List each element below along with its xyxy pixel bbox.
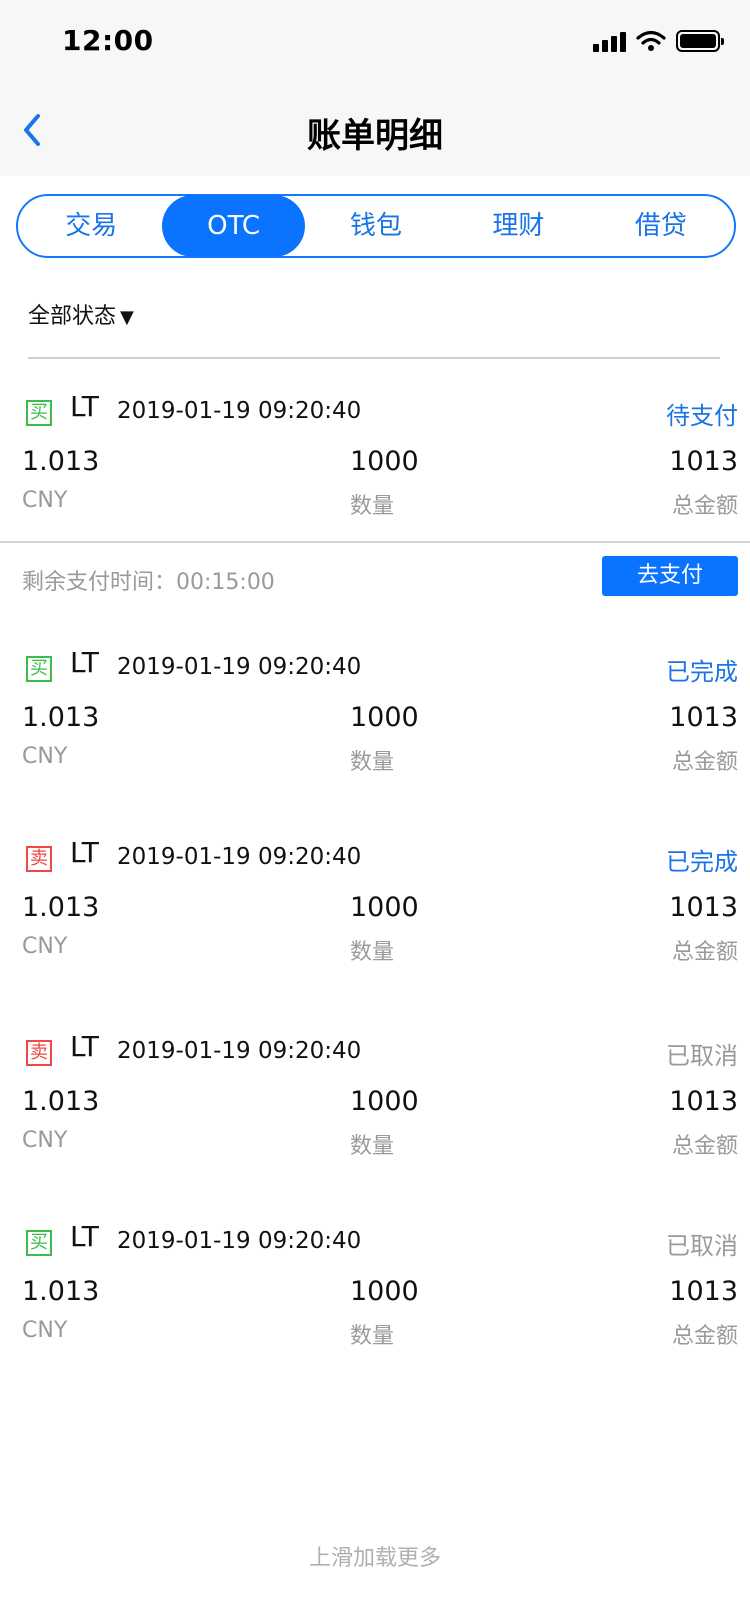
order-price: 1.013 bbox=[22, 1086, 100, 1117]
order-quantity: 1000 bbox=[350, 1276, 419, 1307]
order-status: 已取消 bbox=[666, 1232, 738, 1260]
tab-trade[interactable]: 交易 bbox=[20, 195, 162, 257]
order-time: 2019-01-19 09:20:40 bbox=[117, 844, 362, 870]
order-coin: LT bbox=[70, 390, 99, 423]
order-status: 已完成 bbox=[666, 848, 738, 876]
order-status: 已取消 bbox=[666, 1042, 738, 1070]
status-filter-label: 全部状态 bbox=[28, 304, 117, 329]
order-total: 1013 bbox=[669, 892, 738, 923]
quantity-label: 数量 bbox=[350, 494, 395, 519]
order-coin: LT bbox=[70, 646, 99, 679]
order-item[interactable]: 买 LT 2019-01-19 09:20:40 已完成 1.013 1000 … bbox=[0, 646, 750, 796]
tab-loan[interactable]: 借贷 bbox=[590, 195, 732, 257]
order-price: 1.013 bbox=[22, 702, 100, 733]
page-title: 账单明细 bbox=[307, 116, 443, 156]
buy-badge: 买 bbox=[26, 400, 52, 426]
payment-row: 剩余支付时间：00:15:00 去支付 bbox=[0, 556, 750, 596]
order-coin: LT bbox=[70, 1220, 99, 1253]
tab-wallet[interactable]: 钱包 bbox=[305, 195, 447, 257]
order-coin: LT bbox=[70, 1030, 99, 1063]
order-quantity: 1000 bbox=[350, 1086, 419, 1117]
total-label: 总金额 bbox=[671, 940, 738, 965]
buy-badge: 买 bbox=[26, 1230, 52, 1256]
wifi-icon bbox=[636, 30, 666, 51]
order-item[interactable]: 买 LT 2019-01-19 09:20:40 待支付 1.013 1000 … bbox=[0, 390, 750, 540]
price-unit-label: CNY bbox=[22, 1318, 68, 1343]
quantity-label: 数量 bbox=[350, 1134, 395, 1159]
load-more-hint: 上滑加载更多 bbox=[308, 1546, 441, 1571]
top-bar: 12:00 账单明细 bbox=[0, 0, 750, 176]
category-tabs: 交易 OTC 钱包 理财 借贷 bbox=[16, 194, 736, 258]
tab-otc[interactable]: OTC bbox=[162, 195, 305, 257]
order-total: 1013 bbox=[669, 1276, 738, 1307]
order-quantity: 1000 bbox=[350, 892, 419, 923]
order-price: 1.013 bbox=[22, 446, 100, 477]
price-unit-label: CNY bbox=[22, 744, 68, 769]
buy-badge: 买 bbox=[26, 656, 52, 682]
order-status: 待支付 bbox=[666, 402, 738, 430]
order-quantity: 1000 bbox=[350, 446, 419, 477]
status-icons bbox=[593, 30, 724, 52]
pay-button[interactable]: 去支付 bbox=[602, 556, 738, 596]
price-unit-label: CNY bbox=[22, 934, 68, 959]
total-label: 总金额 bbox=[671, 494, 738, 519]
signal-icon bbox=[593, 30, 626, 52]
order-divider bbox=[0, 541, 750, 543]
total-label: 总金额 bbox=[671, 1134, 738, 1159]
order-time: 2019-01-19 09:20:40 bbox=[117, 1038, 362, 1064]
order-total: 1013 bbox=[669, 1086, 738, 1117]
sell-badge: 卖 bbox=[26, 846, 52, 872]
quantity-label: 数量 bbox=[350, 940, 395, 965]
order-total: 1013 bbox=[669, 446, 738, 477]
order-coin: LT bbox=[70, 836, 99, 869]
quantity-label: 数量 bbox=[350, 1324, 395, 1349]
status-time: 12:00 bbox=[62, 24, 154, 57]
total-label: 总金额 bbox=[671, 750, 738, 775]
total-label: 总金额 bbox=[671, 1324, 738, 1349]
status-filter-dropdown[interactable]: 全部状态 ▼ bbox=[28, 298, 134, 330]
order-status: 已完成 bbox=[666, 658, 738, 686]
price-unit-label: CNY bbox=[22, 488, 68, 513]
order-price: 1.013 bbox=[22, 892, 100, 923]
order-time: 2019-01-19 09:20:40 bbox=[117, 398, 362, 424]
order-item[interactable]: 买 LT 2019-01-19 09:20:40 已取消 1.013 1000 … bbox=[0, 1220, 750, 1370]
order-price: 1.013 bbox=[22, 1276, 100, 1307]
order-item[interactable]: 卖 LT 2019-01-19 09:20:40 已取消 1.013 1000 … bbox=[0, 1030, 750, 1180]
quantity-label: 数量 bbox=[350, 750, 395, 775]
sell-badge: 卖 bbox=[26, 1040, 52, 1066]
order-time: 2019-01-19 09:20:40 bbox=[117, 1228, 362, 1254]
dropdown-arrow-icon: ▼ bbox=[120, 307, 134, 328]
order-quantity: 1000 bbox=[350, 702, 419, 733]
price-unit-label: CNY bbox=[22, 1128, 68, 1153]
tab-finance[interactable]: 理财 bbox=[447, 195, 589, 257]
order-item[interactable]: 卖 LT 2019-01-19 09:20:40 已完成 1.013 1000 … bbox=[0, 836, 750, 986]
order-time: 2019-01-19 09:20:40 bbox=[117, 654, 362, 680]
payment-remaining-time: 剩余支付时间：00:15:00 bbox=[22, 570, 275, 595]
order-total: 1013 bbox=[669, 702, 738, 733]
filter-divider bbox=[28, 357, 720, 359]
battery-icon bbox=[676, 30, 724, 52]
